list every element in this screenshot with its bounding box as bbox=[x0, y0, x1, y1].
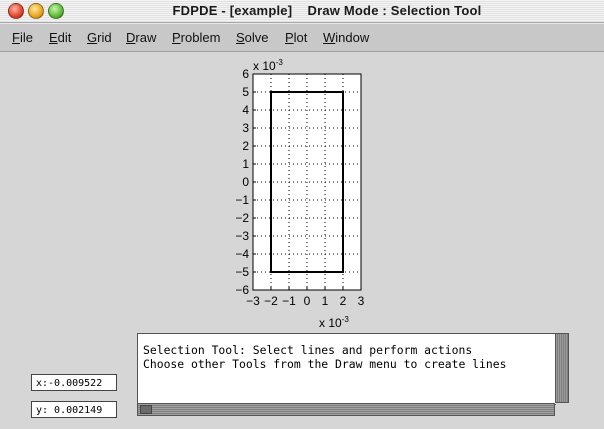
menu-solve[interactable]: Solve bbox=[236, 30, 269, 45]
y-tick-label: 2 bbox=[242, 139, 249, 153]
y-tick-label: −2 bbox=[235, 211, 249, 225]
y-tick-label: −3 bbox=[235, 229, 249, 243]
message-line-1: Selection Tool: Select lines and perform… bbox=[143, 343, 473, 357]
minimize-window-button[interactable] bbox=[28, 3, 44, 19]
y-tick-label: 4 bbox=[242, 103, 249, 117]
menu-bar: File Edit Grid Draw Problem Solve Plot W… bbox=[0, 23, 604, 52]
x-tick-label: −3 bbox=[246, 294, 260, 308]
y-tick-label: 3 bbox=[242, 121, 249, 135]
y-tick-label: −1 bbox=[235, 193, 249, 207]
y-tick-label: 0 bbox=[242, 175, 249, 189]
message-panel: Selection Tool: Select lines and perform… bbox=[137, 333, 556, 405]
x-coordinate-readout: x:-0.009522 bbox=[31, 374, 117, 391]
menu-plot[interactable]: Plot bbox=[285, 30, 307, 45]
menu-grid[interactable]: Grid bbox=[87, 30, 112, 45]
menu-edit[interactable]: Edit bbox=[49, 30, 71, 45]
close-window-button[interactable] bbox=[8, 3, 24, 19]
y-tick-label: 1 bbox=[242, 157, 249, 171]
window-title: FDPDE - [example] Draw Mode : Selection … bbox=[172, 3, 482, 18]
x-tick-label: 2 bbox=[340, 294, 347, 308]
y-exponent-label: x 10-3 bbox=[253, 58, 283, 73]
menu-window[interactable]: Window bbox=[323, 30, 369, 45]
zoom-window-button[interactable] bbox=[48, 3, 64, 19]
x-tick-label: −2 bbox=[264, 294, 278, 308]
menu-file[interactable]: File bbox=[12, 30, 33, 45]
message-vertical-scrollbar[interactable] bbox=[555, 333, 569, 403]
x-tick-label: 3 bbox=[358, 294, 365, 308]
x-tick-label: 1 bbox=[322, 294, 329, 308]
drawing-axes[interactable]: −6−5−4−3−2−10123456 −3 −2 −1 0 1 2 3 x 10-3 x … bbox=[0, 52, 604, 332]
y-tick-label: −5 bbox=[235, 265, 249, 279]
menu-draw[interactable]: Draw bbox=[126, 30, 156, 45]
title-bar: FDPDE - [example] Draw Mode : Selection … bbox=[0, 0, 604, 23]
x-exponent-label: x 10-3 bbox=[319, 315, 349, 330]
y-tick-label: −4 bbox=[235, 247, 249, 261]
x-tick-label: 0 bbox=[304, 294, 311, 308]
y-coordinate-readout: y: 0.002149 bbox=[31, 401, 117, 418]
menu-problem[interactable]: Problem bbox=[172, 30, 220, 45]
message-line-2: Choose other Tools from the Draw menu to… bbox=[143, 357, 507, 371]
message-horizontal-scrollbar[interactable] bbox=[137, 403, 555, 416]
y-tick-label: 6 bbox=[242, 67, 249, 81]
y-tick-label: 5 bbox=[242, 85, 249, 99]
x-tick-label: −1 bbox=[282, 294, 296, 308]
scrollbar-thumb[interactable] bbox=[140, 405, 152, 414]
